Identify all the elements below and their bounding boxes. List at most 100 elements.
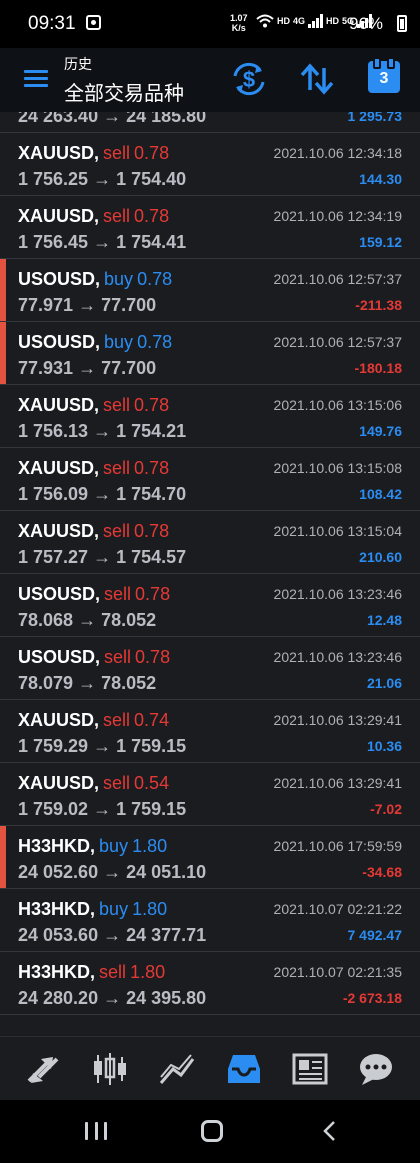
trade-time: 2021.10.06 12:57:37 (273, 271, 402, 287)
trade-side: sell (104, 584, 132, 604)
news-icon[interactable] (290, 1051, 330, 1087)
trade-row[interactable]: XAUUSD, sell 0.54 1 759.02 → 1 759.15 2021.1… (0, 763, 420, 826)
trade-volume: 1.80 (132, 899, 168, 919)
history-inbox-icon[interactable] (224, 1051, 264, 1087)
trade-prices: 78.079 → 78.052 (18, 673, 156, 694)
close-price: 78.052 (101, 610, 157, 630)
open-price: 24 280.20 (18, 988, 99, 1008)
trade-profit: 10.36 (366, 738, 402, 754)
trade-row[interactable]: H33HKD, buy 1.80 24 052.60 → 24 051.10 2021.… (0, 826, 420, 889)
trade-time: 2021.10.07 02:21:22 (273, 901, 402, 917)
trade-prices: 24 053.60 → 24 377.71 (18, 925, 206, 946)
trade-row[interactable]: H33HKD,sell1.8024 263.40 → 24 185.802021… (0, 112, 420, 133)
trade-prices: 1 756.25 → 1 754.40 (18, 169, 186, 190)
trade-profit: 108.42 (359, 486, 402, 502)
trade-symbol-separator: , (90, 836, 96, 856)
arrow-right-icon: → (73, 673, 102, 693)
trade-symbol-separator: , (94, 395, 100, 415)
trade-time: 2021.10.06 12:57:37 (273, 334, 402, 350)
trade-profit: 159.12 (359, 234, 402, 250)
close-price: 78.052 (101, 673, 157, 693)
close-price: 1 754.41 (116, 232, 187, 252)
trade-symbol-separator: , (95, 332, 101, 352)
trade-profit: 12.48 (366, 612, 402, 628)
trade-row[interactable]: XAUUSD, sell 0.78 1 756.45 → 1 754.41 2021.1… (0, 196, 420, 259)
candlestick-chart-icon[interactable] (90, 1051, 130, 1087)
trade-row[interactable]: H33HKD, buy 1.80 24 053.60 → 24 377.71 2021.… (0, 889, 420, 952)
signal-bars-icon (308, 14, 324, 28)
trade-time: 2021.10.06 13:29:41 (273, 775, 402, 791)
trade-side: sell (103, 710, 131, 730)
trade-arrows-icon[interactable] (23, 1051, 63, 1087)
trade-row[interactable]: USOUSD, buy 0.78 77.931 → 77.700 2021.10.06 … (0, 322, 420, 385)
open-price: 78.079 (18, 673, 74, 693)
trade-prices: 78.068 → 78.052 (18, 610, 156, 631)
trade-header: XAUUSD, sell 0.78 (18, 458, 169, 479)
trade-row[interactable]: XAUUSD, sell 0.78 1 757.27 → 1 754.57 2021.1… (0, 511, 420, 574)
trade-row[interactable]: XAUUSD, sell 0.74 1 759.29 → 1 759.15 2021.1… (0, 700, 420, 763)
trade-side: sell (103, 521, 131, 541)
home-icon[interactable] (201, 1120, 223, 1142)
recent-apps-icon[interactable] (85, 1122, 107, 1140)
trade-time: 2021.10.06 17:59:59 (273, 838, 402, 854)
trade-side: sell (104, 647, 132, 667)
net-label-1: HD (277, 16, 290, 26)
open-price: 1 756.45 (18, 232, 89, 252)
trade-prices: 24 052.60 → 24 051.10 (18, 862, 206, 883)
trade-profit: -7.02 (370, 801, 402, 817)
arrow-right-icon: → (98, 862, 127, 882)
trade-row[interactable]: USOUSD, buy 0.78 77.971 → 77.700 2021.10.06 … (0, 259, 420, 322)
open-price: 24 052.60 (18, 862, 99, 882)
trade-side: buy (104, 269, 134, 289)
trade-symbol: USOUSD (18, 269, 96, 289)
trade-time: 2021.10.06 13:23:46 (273, 586, 402, 602)
trade-symbol-separator: , (94, 143, 100, 163)
trade-row[interactable]: USOUSD, sell 0.78 78.068 → 78.052 2021.10.06… (0, 574, 420, 637)
page-subtitle: 历史 (64, 56, 92, 72)
trade-profit: 1 295.73 (347, 112, 403, 124)
trade-row[interactable]: H33HKD, sell 1.80 24 280.20 → 24 395.80 2021… (0, 952, 420, 1015)
trade-symbol-separator: , (95, 269, 101, 289)
trade-time: 2021.10.06 13:23:46 (273, 649, 402, 665)
trade-prices: 1 756.45 → 1 754.41 (18, 232, 186, 253)
back-icon[interactable] (322, 1120, 336, 1142)
page-title[interactable]: 全部交易品种 (64, 77, 184, 106)
trade-symbol-separator: , (94, 710, 100, 730)
arrow-right-icon: → (88, 232, 117, 252)
menu-icon[interactable] (24, 70, 48, 88)
trade-side: sell (103, 395, 131, 415)
close-price: 1 754.21 (116, 421, 187, 441)
close-price: 77.700 (101, 358, 157, 378)
trade-prices: 1 759.02 → 1 759.15 (18, 799, 186, 820)
trade-prices: 1 756.09 → 1 754.70 (18, 484, 186, 505)
trade-time: 2021.10.06 13:15:08 (273, 460, 402, 476)
calendar-icon[interactable]: 3 (368, 57, 400, 93)
chat-icon[interactable] (356, 1051, 396, 1087)
trade-prices: 1 759.29 → 1 759.15 (18, 736, 186, 757)
wifi-icon (256, 14, 274, 28)
trade-symbol-separator: , (90, 962, 96, 982)
trade-time: 2021.10.06 12:34:19 (273, 208, 402, 224)
trade-header: XAUUSD, sell 0.74 (18, 710, 169, 731)
trade-volume: 0.78 (135, 584, 171, 604)
trade-row[interactable]: USOUSD, sell 0.78 78.079 → 78.052 2021.10.06… (0, 637, 420, 700)
trade-history-list[interactable]: H33HKD,sell1.8024 263.40 → 24 185.802021… (0, 112, 420, 1036)
trade-side: sell (103, 206, 131, 226)
trade-time: 2021.10.06 12:34:18 (273, 145, 402, 161)
currency-exchange-icon[interactable]: $ (230, 62, 268, 96)
close-price: 1 754.40 (116, 169, 187, 189)
arrow-right-icon: → (98, 925, 127, 945)
battery-icon (397, 15, 407, 32)
trade-side: sell (103, 773, 131, 793)
arrow-right-icon: → (88, 169, 117, 189)
trade-row[interactable]: XAUUSD, sell 0.78 1 756.13 → 1 754.21 2021.1… (0, 385, 420, 448)
sort-icon[interactable] (298, 62, 336, 96)
trade-side: buy (99, 899, 129, 919)
calendar-day: 3 (379, 70, 389, 87)
trade-header: USOUSD, buy 0.78 (18, 269, 172, 290)
trend-chart-icon[interactable] (157, 1051, 197, 1087)
trade-row[interactable]: XAUUSD, sell 0.78 1 756.25 → 1 754.40 2021.1… (0, 133, 420, 196)
trade-volume: 1.80 (132, 836, 168, 856)
trade-symbol: XAUUSD (18, 710, 95, 730)
trade-row[interactable]: XAUUSD, sell 0.78 1 756.09 → 1 754.70 2021.1… (0, 448, 420, 511)
